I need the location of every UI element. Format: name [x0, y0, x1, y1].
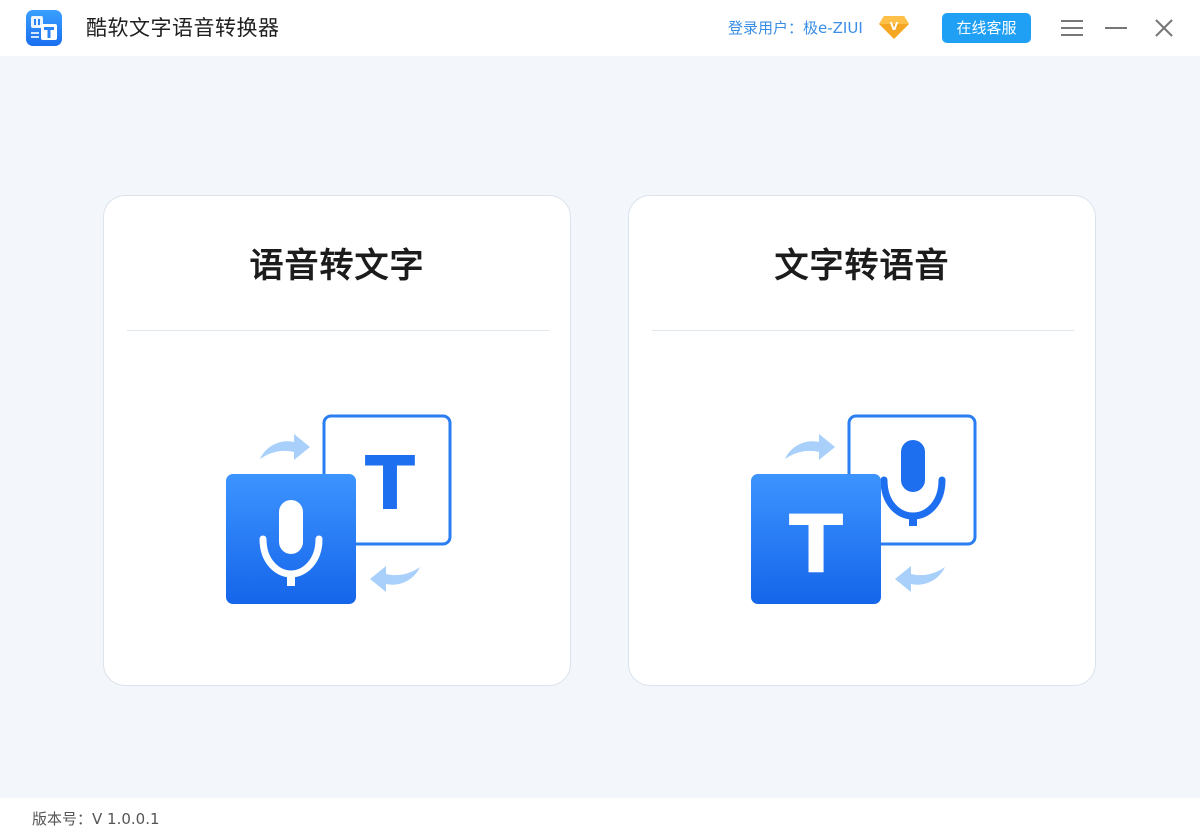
title-bar: 酷软文字语音转换器 登录用户：极e-ZIUI V 在线客服	[0, 0, 1200, 56]
text-glyph: T	[365, 441, 416, 527]
hamburger-menu-icon[interactable]	[1058, 14, 1086, 42]
online-service-button[interactable]: 在线客服	[942, 13, 1031, 43]
arrow-icon	[370, 566, 420, 592]
logged-in-user[interactable]: 登录用户：极e-ZIUI	[728, 17, 863, 39]
status-bar: 版本号：V 1.0.0.1	[0, 798, 1200, 840]
text-glyph: T	[789, 498, 844, 591]
close-icon[interactable]	[1150, 14, 1178, 42]
card-title: 语音转文字	[249, 246, 425, 286]
vip-badge-text: V	[890, 20, 899, 33]
minimize-icon[interactable]	[1102, 14, 1130, 42]
arrow-icon	[785, 434, 835, 460]
text-to-speech-card[interactable]: 文字转语音 T	[628, 195, 1096, 686]
speech-to-text-illustration: T	[226, 414, 452, 604]
version-label: 版本号：V 1.0.0.1	[32, 810, 160, 828]
card-title: 文字转语音	[774, 246, 950, 286]
app-logo-icon	[26, 10, 62, 46]
app-window: 酷软文字语音转换器 登录用户：极e-ZIUI V 在线客服 语音转文字 T 文字…	[0, 0, 1200, 840]
text-to-speech-illustration: T	[751, 414, 977, 604]
divider	[652, 330, 1074, 331]
arrow-icon	[260, 434, 310, 460]
arrow-icon	[895, 566, 945, 592]
speech-to-text-card[interactable]: 语音转文字 T	[103, 195, 571, 686]
divider	[127, 330, 549, 331]
diamond-icon: V	[879, 16, 909, 39]
app-title: 酷软文字语音转换器	[86, 16, 280, 40]
